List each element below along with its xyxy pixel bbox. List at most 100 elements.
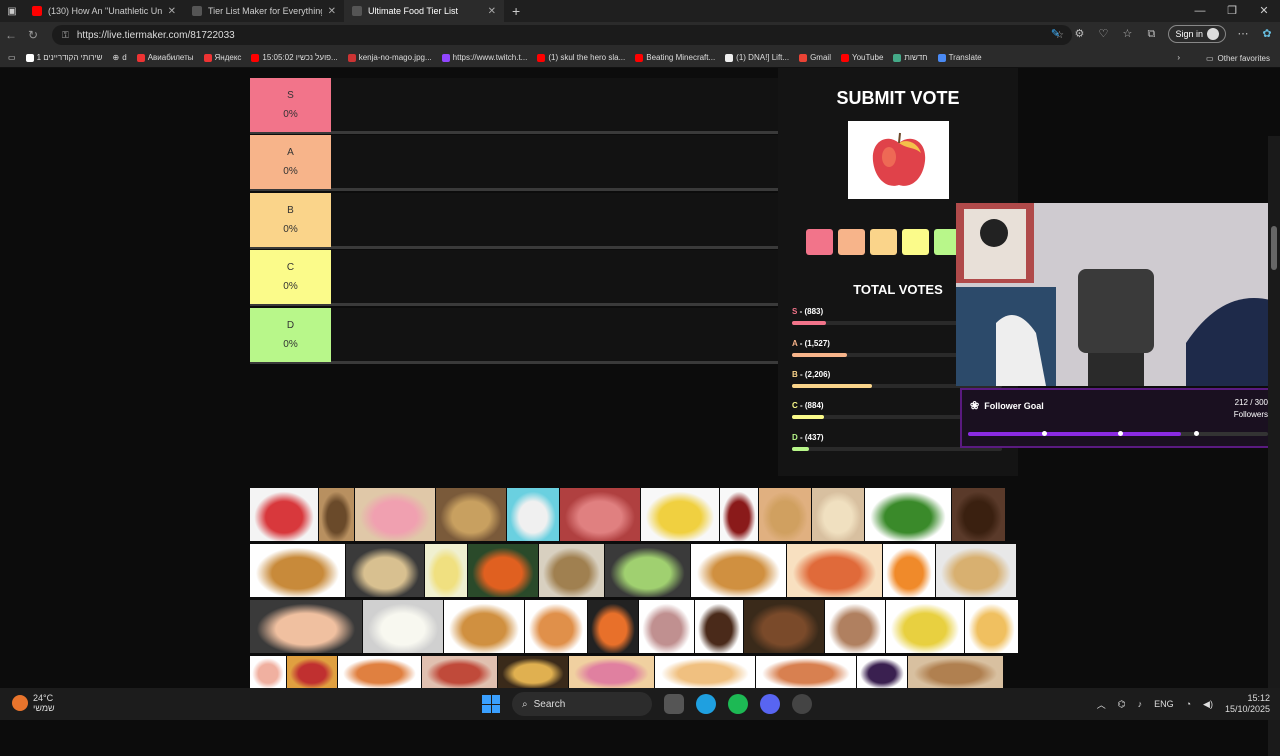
food-item[interactable] (569, 656, 654, 688)
maximize-button[interactable]: ❐ (1216, 0, 1248, 22)
settings-icon[interactable] (792, 694, 812, 714)
food-item[interactable] (825, 600, 885, 653)
bookmark-item[interactable]: https://www.twitch.t... (441, 53, 527, 62)
tab-menu-icon[interactable]: ▣ (0, 6, 24, 17)
food-item[interactable] (886, 600, 964, 653)
food-item[interactable] (355, 488, 435, 541)
food-item[interactable] (965, 600, 1018, 653)
food-item[interactable] (883, 544, 935, 597)
food-item[interactable] (250, 544, 345, 597)
food-item[interactable] (605, 544, 690, 597)
food-item[interactable] (319, 488, 354, 541)
bookmark-item[interactable]: (1) DNA!] Lift... (725, 53, 789, 62)
food-item[interactable] (952, 488, 1005, 541)
food-item[interactable] (425, 544, 467, 597)
weather-widget[interactable]: 24°C שמשי (12, 693, 55, 713)
taskbar-search[interactable]: ⌕ Search (512, 692, 652, 716)
food-item[interactable] (250, 600, 362, 653)
food-item[interactable] (507, 488, 559, 541)
tier-row-b[interactable]: B 0% (250, 193, 778, 249)
network-icon[interactable]: ⌬ (1118, 699, 1126, 710)
food-item[interactable] (812, 488, 864, 541)
food-item[interactable] (744, 600, 824, 653)
chevron-up-icon[interactable]: ︿ (1097, 698, 1106, 711)
tier-row-d[interactable]: D 0% (250, 308, 778, 364)
food-item[interactable] (588, 600, 638, 653)
bookmark-item[interactable]: שירותי הקודריינים 1 (25, 53, 103, 62)
food-item[interactable] (422, 656, 497, 688)
tab-youtube[interactable]: (130) How An "Unathletic Underd ✕ (24, 0, 184, 22)
food-item[interactable] (857, 656, 907, 688)
page-scrollbar[interactable] (1268, 136, 1280, 756)
url-field[interactable]: ⚿ https://live.tiermaker.com/81722033 ☆ (52, 25, 1072, 45)
food-item[interactable] (759, 488, 811, 541)
close-tab-icon[interactable]: ✕ (328, 6, 336, 17)
vote-a-button[interactable] (838, 229, 865, 255)
food-item[interactable] (787, 544, 882, 597)
bookmark-item[interactable]: kenja-no-mago.jpg... (347, 53, 432, 62)
food-item[interactable] (655, 656, 755, 688)
spotify-icon[interactable] (728, 694, 748, 714)
favorites-icon[interactable]: ☆ (1120, 27, 1134, 41)
performance-icon[interactable]: ♡ (1096, 27, 1110, 41)
language-indicator[interactable]: ENG (1154, 699, 1174, 709)
bookmark-item[interactable]: חדשות (893, 53, 928, 62)
food-item[interactable] (865, 488, 951, 541)
windows-start-icon[interactable] (482, 695, 500, 713)
edge-icon[interactable] (696, 694, 716, 714)
food-item[interactable] (720, 488, 758, 541)
bookmark-item[interactable]: YouTube (840, 53, 883, 62)
microphone-icon[interactable]: ♪ (1138, 699, 1143, 709)
food-item[interactable] (444, 600, 524, 653)
bookmark-item[interactable]: Gmail (799, 53, 831, 62)
bookmark-item[interactable]: Beating Minecraft... (635, 53, 715, 62)
vote-s-button[interactable] (806, 229, 833, 255)
new-tab-button[interactable]: + (504, 3, 528, 19)
bookmark-item[interactable]: 15:05:02 פועל נכשיו... (251, 53, 338, 62)
food-item[interactable] (908, 656, 1003, 688)
chevron-right-icon[interactable]: › (1177, 53, 1180, 62)
bookmark-item[interactable]: Авиабилеты (136, 53, 194, 62)
tier-row-s[interactable]: S 0% (250, 78, 778, 134)
food-item[interactable] (691, 544, 786, 597)
task-view-icon[interactable] (664, 694, 684, 714)
close-tab-icon[interactable]: ✕ (168, 6, 176, 17)
food-item[interactable] (338, 656, 421, 688)
wifi-icon[interactable]: ◔ (1186, 699, 1191, 709)
minimize-button[interactable]: — (1184, 0, 1216, 22)
food-item[interactable] (468, 544, 538, 597)
food-item[interactable] (498, 656, 568, 688)
collections-icon[interactable]: ⧉ (1144, 27, 1158, 41)
food-item[interactable] (936, 544, 1016, 597)
back-button[interactable]: ← (0, 28, 22, 42)
close-tab-icon[interactable]: ✕ (488, 6, 496, 17)
food-item[interactable] (756, 656, 856, 688)
tab-food-tier-list[interactable]: Ultimate Food Tier List ✕ (344, 0, 504, 22)
more-icon[interactable]: ⋯ (1236, 27, 1250, 41)
tier-row-c[interactable]: C 0% (250, 250, 778, 306)
bookmark-item[interactable]: (1) skul the hero sla... (537, 53, 625, 62)
vote-b-button[interactable] (870, 229, 897, 255)
bookmark-item[interactable]: Translate (937, 53, 982, 62)
bookmark-item[interactable]: ⊕ d (113, 53, 127, 62)
copilot-icon[interactable]: ✿ (1260, 27, 1274, 41)
food-item[interactable] (250, 488, 318, 541)
refresh-button[interactable]: ↻ (22, 28, 44, 42)
puzzle-icon[interactable]: ⚙ (1072, 27, 1086, 41)
food-item[interactable] (539, 544, 604, 597)
food-item[interactable] (639, 600, 694, 653)
food-item[interactable] (250, 656, 286, 688)
tier-row-a[interactable]: A 0% (250, 135, 778, 191)
clock[interactable]: 15:12 15/10/2025 (1225, 693, 1270, 715)
other-favorites[interactable]: ▭ Other favorites (1206, 48, 1270, 68)
food-item[interactable] (287, 656, 337, 688)
bookmark-item[interactable]: Яндекс (203, 53, 241, 62)
scrollbar-thumb[interactable] (1271, 226, 1277, 270)
discord-icon[interactable] (760, 694, 780, 714)
sign-in-button[interactable]: Sign in (1168, 25, 1226, 43)
tab-tiermaker[interactable]: Tier List Maker for Everything - Ti ✕ (184, 0, 344, 22)
food-item[interactable] (346, 544, 424, 597)
food-item[interactable] (436, 488, 506, 541)
food-item[interactable] (560, 488, 640, 541)
food-item[interactable] (695, 600, 743, 653)
